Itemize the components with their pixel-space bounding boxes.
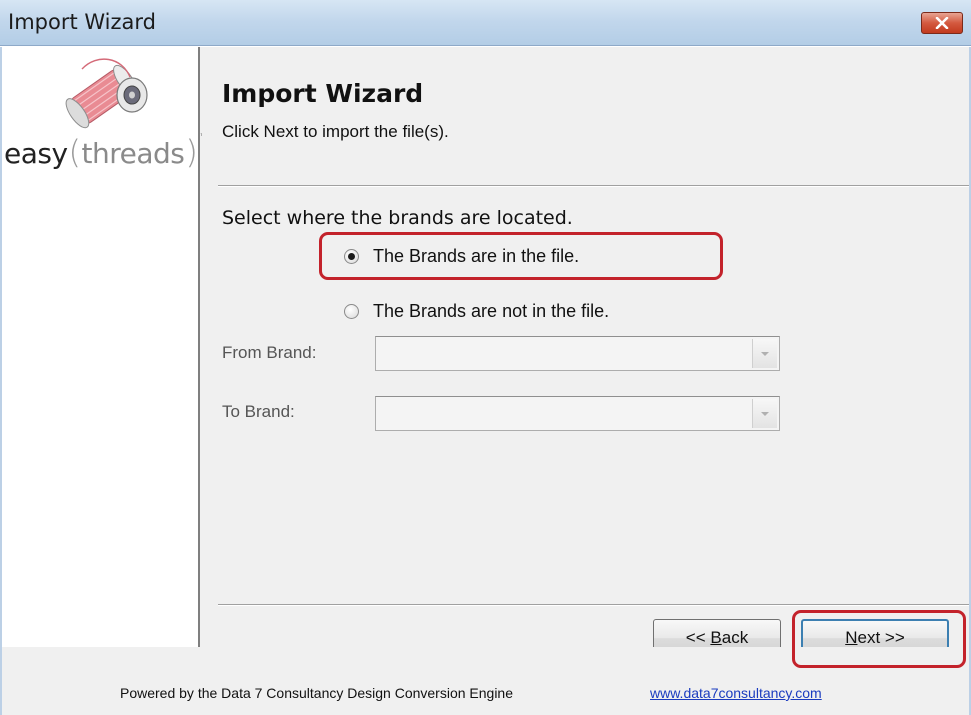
close-icon xyxy=(935,17,949,29)
back-button-prefix: << xyxy=(685,628,711,647)
logo-easy-text: easy xyxy=(4,137,68,170)
header-divider xyxy=(218,185,969,187)
brand-location-prompt: Select where the brands are located. xyxy=(222,207,573,229)
logo-threads-text: threads xyxy=(81,137,185,170)
thread-spool-icon xyxy=(65,58,148,129)
radio-brands-in-file[interactable]: The Brands are in the file. xyxy=(344,246,579,267)
wizard-header: Import Wizard Click Next to import the f… xyxy=(202,47,969,187)
to-brand-combo[interactable] xyxy=(375,396,780,431)
logo-paren-open: ( xyxy=(68,133,81,171)
radio-dot xyxy=(348,253,355,260)
window-title: Import Wizard xyxy=(8,10,156,34)
from-brand-combo[interactable] xyxy=(375,336,780,371)
next-button-rest: ext >> xyxy=(857,628,905,647)
powered-by-text: Powered by the Data 7 Consultancy Design… xyxy=(120,685,514,701)
radio-label-not-in-file[interactable]: The Brands are not in the file. xyxy=(373,301,609,322)
from-brand-label: From Brand: xyxy=(222,343,317,362)
radio-brands-not-in-file[interactable]: The Brands are not in the file. xyxy=(344,301,609,322)
back-button-mnemonic: B xyxy=(710,628,722,647)
logo-wordmark: easy ( threads ) ™ xyxy=(4,133,208,171)
footer-divider xyxy=(218,604,969,606)
to-brand-label: To Brand: xyxy=(222,402,295,421)
chevron-down-icon[interactable] xyxy=(752,399,777,428)
close-button[interactable] xyxy=(921,12,963,34)
website-link[interactable]: www.data7consultancy.com xyxy=(650,685,822,701)
back-button-rest: ack xyxy=(721,628,749,647)
wizard-footer: Powered by the Data 7 Consultancy Design… xyxy=(2,647,969,715)
radio-button-unchecked[interactable] xyxy=(344,304,359,319)
chevron-down-icon[interactable] xyxy=(752,339,777,368)
title-bar: Import Wizard xyxy=(0,0,971,46)
page-subtitle: Click Next to import the file(s). xyxy=(222,122,449,141)
next-button-mnemonic: N xyxy=(845,628,858,647)
logo-paren-close: ) xyxy=(185,133,198,171)
radio-label-in-file[interactable]: The Brands are in the file. xyxy=(373,246,579,267)
page-title: Import Wizard xyxy=(222,79,424,108)
wizard-window: easy ( threads ) ™ Import Wizard Click N… xyxy=(0,47,971,715)
radio-button-checked[interactable] xyxy=(344,249,359,264)
logo-panel: easy ( threads ) ™ xyxy=(2,47,208,647)
